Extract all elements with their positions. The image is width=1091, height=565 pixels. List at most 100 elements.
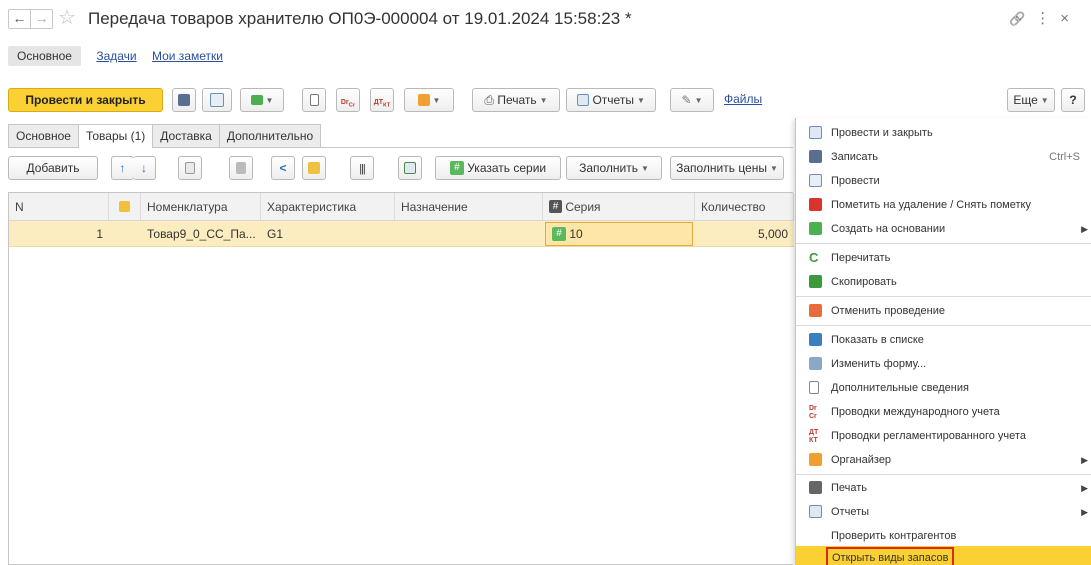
cell-nomenclature[interactable]: Товар9_0_СС_Па... [141, 221, 261, 247]
reports-label: Отчеты [592, 93, 634, 107]
organizer-button[interactable]: ▼ [404, 88, 454, 112]
move-up-button[interactable]: ↑ [111, 156, 134, 180]
print-button[interactable]: ⎙ Печать ▼ [472, 88, 560, 112]
chevron-down-icon: ▼ [432, 95, 441, 105]
arrow-right-icon: → [34, 10, 49, 26]
cell-quantity[interactable]: 5,000 [695, 221, 794, 247]
tab-additional[interactable]: Дополнительно [218, 124, 322, 148]
menu-item-reload[interactable]: C Перечитать [796, 246, 1091, 270]
more-vertical-icon[interactable]: ⋮ [1035, 10, 1060, 27]
help-button[interactable]: ? [1061, 88, 1085, 112]
menu-item-unpost[interactable]: Отменить проведение [796, 299, 1091, 323]
organizer-icon [809, 453, 822, 466]
menu-separator [796, 474, 1091, 475]
cell-characteristic[interactable]: G1 [261, 221, 395, 247]
post-close-icon [809, 126, 822, 139]
save-button[interactable] [172, 88, 196, 112]
reports-icon [577, 93, 590, 106]
organizer-icon [417, 93, 430, 106]
column-header-purpose[interactable]: Назначение [395, 193, 543, 221]
table-row[interactable]: 1 Товар9_0_СС_Па... G1 # 10 5,000 [9, 221, 794, 247]
menu-item-open-stock-types[interactable]: Открыть виды запасов [796, 546, 1091, 565]
arrow-down-icon: ↓ [141, 161, 147, 175]
menu-item-copy[interactable]: Скопировать [796, 270, 1091, 294]
close-icon[interactable]: × [1060, 10, 1079, 27]
menu-item-save[interactable]: Записать Ctrl+S [796, 145, 1091, 169]
dr-cr-icon: DrCr [340, 99, 356, 109]
tab-goods[interactable]: Товары (1) [77, 124, 154, 148]
menu-item-additional-info[interactable]: Дополнительные сведения [796, 376, 1091, 400]
share-button[interactable]: < [271, 156, 295, 180]
menu-item-change-form[interactable]: Изменить форму... [796, 352, 1091, 376]
column-header-series[interactable]: # Серия [543, 193, 695, 221]
cell-series[interactable]: # 10 [545, 222, 693, 246]
change-form-icon [809, 357, 822, 370]
add-row-button[interactable]: Добавить [8, 156, 98, 180]
menu-item-reports[interactable]: Отчеты ▶ [796, 500, 1091, 524]
menu-item-post-close[interactable]: Провести и закрыть [796, 121, 1091, 145]
column-header-characteristic[interactable]: Характеристика [261, 193, 395, 221]
menu-separator [796, 243, 1091, 244]
intl-entries-icon: Dr Cr [809, 405, 817, 420]
more-button[interactable]: Еще ▼ [1007, 88, 1055, 112]
barcode-button[interactable]: ||| [350, 156, 374, 180]
paste-row-button[interactable] [229, 156, 253, 180]
reports-button[interactable]: Отчеты ▼ [566, 88, 656, 112]
tab-main[interactable]: Основное [8, 124, 79, 148]
link-icon[interactable]: 🔗 [1009, 11, 1035, 26]
column-header-icon[interactable] [109, 193, 141, 221]
post-and-close-button[interactable]: Провести и закрыть [8, 88, 163, 112]
menu-item-post[interactable]: Провести [796, 169, 1091, 193]
post-icon [210, 92, 224, 107]
menu-item-check-counterparties[interactable]: Проверить контрагентов [796, 524, 1091, 548]
menu-item-reg-entries[interactable]: ДТ КТ Проводки регламентированного учета [796, 424, 1091, 448]
copy-row-button[interactable] [178, 156, 202, 180]
back-button[interactable]: ← [8, 9, 31, 29]
post-icon [809, 174, 822, 187]
column-header-quantity[interactable]: Количество [695, 193, 794, 221]
cell-n[interactable]: 1 [9, 221, 109, 247]
section-main[interactable]: Основное [8, 46, 81, 66]
save-icon [178, 93, 190, 106]
organizer-row-button[interactable] [302, 156, 326, 180]
barcode-icon: ||| [359, 163, 366, 175]
create-based-icon [250, 94, 263, 105]
hash-icon: # [549, 200, 562, 214]
favorite-star-icon[interactable]: ☆ [58, 7, 76, 29]
menu-item-organizer[interactable]: Органайзер ▶ [796, 448, 1091, 472]
additional-info-button[interactable] [302, 88, 326, 112]
check-button[interactable] [398, 156, 422, 180]
create-based-button[interactable]: ▼ [240, 88, 284, 112]
printer-icon: ⎙ [484, 93, 495, 107]
column-header-n[interactable]: N [9, 193, 109, 221]
column-header-nomenclature[interactable]: Номенклатура [141, 193, 261, 221]
command-bar: Провести и закрыть ▼ DrCr ДТКТ ▼ ⎙ Печат… [0, 88, 1091, 114]
cell-purpose[interactable] [395, 221, 543, 247]
chevron-right-icon: ▶ [1081, 507, 1088, 517]
fill-button[interactable]: Заполнить ▼ [566, 156, 662, 180]
section-tasks-link[interactable]: Задачи [96, 49, 136, 63]
fill-prices-button[interactable]: Заполнить цены ▼ [670, 156, 784, 180]
reg-entries-button[interactable]: ДТКТ [370, 88, 394, 112]
section-nav: Основное Задачи Мои заметки [8, 46, 235, 68]
arrow-up-icon: ↑ [119, 161, 126, 175]
move-down-button[interactable]: ↓ [133, 156, 156, 180]
goods-table: N Номенклатура Характеристика Назначение… [8, 192, 794, 565]
section-notes-link[interactable]: Мои заметки [152, 49, 223, 63]
organizer-icon [119, 201, 130, 213]
menu-item-create-based[interactable]: Создать на основании ▶ [796, 217, 1091, 241]
forward-button[interactable]: → [30, 9, 53, 29]
copy-icon [809, 275, 822, 288]
specify-series-button[interactable]: # Указать серии [435, 156, 561, 180]
menu-item-show-list[interactable]: Показать в списке [796, 328, 1091, 352]
menu-separator [796, 296, 1091, 297]
menu-item-delete-mark[interactable]: Пометить на удаление / Снять пометку [796, 193, 1091, 217]
intl-entries-button[interactable]: DrCr [336, 88, 360, 112]
menu-item-print[interactable]: Печать ▶ [796, 476, 1091, 500]
tab-delivery[interactable]: Доставка [152, 124, 220, 148]
attach-button[interactable]: ✎ ▼ [670, 88, 714, 112]
menu-item-intl-entries[interactable]: Dr Cr Проводки международного учета [796, 400, 1091, 424]
page-title: Передача товаров хранителю ОП0Э-000004 о… [88, 9, 632, 28]
post-button[interactable] [202, 88, 232, 112]
files-link[interactable]: Файлы [724, 92, 762, 106]
